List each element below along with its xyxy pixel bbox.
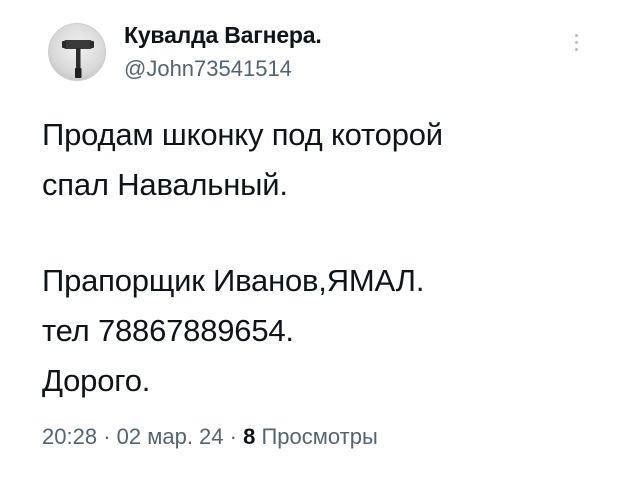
tweet-date[interactable]: 02 мар. 24 — [117, 424, 224, 449]
author-handle[interactable]: @John73541514 — [124, 56, 292, 82]
tweet-text-line: тел 78867889654. — [42, 313, 294, 348]
tweet-text-line: Дорого. — [42, 363, 151, 398]
tweet: Кувалда Вагнера. @John73541514 Продам шк… — [0, 0, 620, 480]
views-label[interactable]: Просмотры — [261, 424, 377, 449]
tweet-time[interactable]: 20:28 — [42, 424, 97, 449]
tweet-text-line: спал Навальный. — [42, 167, 288, 202]
sledgehammer-icon — [49, 24, 105, 80]
author-name[interactable]: Кувалда Вагнера. — [124, 22, 322, 49]
meta-separator: · — [103, 424, 111, 449]
avatar[interactable] — [48, 23, 106, 81]
more-vertical-icon[interactable] — [571, 34, 581, 60]
tweet-text: Продам шконку под которой спал Навальный… — [42, 110, 592, 406]
tweet-text-line: Продам шконку под которой — [42, 117, 443, 152]
views-count[interactable]: 8 — [243, 424, 255, 449]
tweet-meta: 20:28 · 02 мар. 24 · 8 Просмотры — [42, 424, 378, 450]
tweet-text-line: Прапорщик Иванов,ЯМАЛ. — [42, 263, 425, 298]
meta-separator: · — [229, 424, 237, 449]
